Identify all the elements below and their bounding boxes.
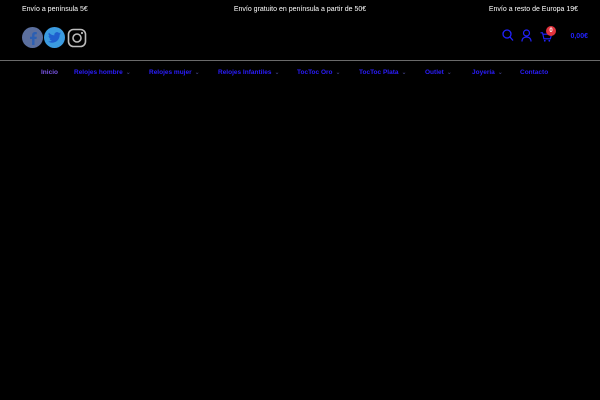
shipping-europe-text: Envío a resto de Europa 19€ bbox=[488, 6, 578, 13]
nav-label: Contacto bbox=[520, 69, 549, 76]
main-navigation: Inicio Relojes hombre ⌄ Relojes mujer ⌄ Re… bbox=[0, 68, 600, 80]
chevron-down-icon: ⌄ bbox=[194, 70, 200, 76]
nav-label: TocToc Oro bbox=[297, 69, 333, 76]
instagram-icon bbox=[67, 28, 86, 47]
nav-label: Relojes mujer bbox=[149, 69, 192, 76]
chevron-down-icon: ⌄ bbox=[125, 70, 131, 76]
twitter-icon bbox=[48, 32, 61, 43]
facebook-icon bbox=[29, 31, 37, 45]
facebook-link[interactable] bbox=[22, 27, 43, 48]
social-links bbox=[22, 27, 87, 48]
twitter-link[interactable] bbox=[44, 27, 65, 48]
nav-label: Joyería bbox=[472, 69, 495, 76]
chevron-down-icon: ⌄ bbox=[446, 70, 452, 76]
announcement-bar: Envío a península 5€ Envío gratuito en p… bbox=[0, 0, 600, 20]
nav-label: Outlet bbox=[425, 69, 444, 76]
chevron-down-icon: ⌄ bbox=[335, 70, 341, 76]
nav-label: TocToc Plata bbox=[359, 69, 399, 76]
nav-label: Inicio bbox=[41, 69, 58, 76]
nav-label: Relojes Infantiles bbox=[218, 69, 272, 76]
nav-item-toctoc-plata[interactable]: TocToc Plata ⌄ bbox=[359, 69, 407, 76]
nav-item-toctoc-oro[interactable]: TocToc Oro ⌄ bbox=[297, 69, 341, 76]
nav-item-contacto[interactable]: Contacto bbox=[520, 69, 548, 76]
nav-item-relojes-hombre[interactable]: Relojes hombre ⌄ bbox=[74, 69, 131, 76]
nav-item-outlet[interactable]: Outlet ⌄ bbox=[425, 69, 452, 76]
chevron-down-icon: ⌄ bbox=[274, 70, 280, 76]
nav-item-relojes-mujer[interactable]: Relojes mujer ⌄ bbox=[149, 69, 200, 76]
cart-count-badge: 0 bbox=[546, 26, 556, 36]
user-icon[interactable] bbox=[521, 29, 532, 42]
chevron-down-icon: ⌄ bbox=[497, 70, 503, 76]
chevron-down-icon: ⌄ bbox=[401, 70, 407, 76]
site-header: 0 0,00€ bbox=[0, 20, 600, 60]
header-divider bbox=[0, 60, 600, 61]
nav-item-joyeria[interactable]: Joyería ⌄ bbox=[472, 69, 503, 76]
nav-item-inicio[interactable]: Inicio bbox=[41, 69, 58, 76]
cart-total[interactable]: 0,00€ bbox=[570, 33, 588, 40]
instagram-link[interactable] bbox=[66, 27, 87, 48]
nav-label: Relojes hombre bbox=[74, 69, 123, 76]
search-icon[interactable] bbox=[502, 29, 514, 42]
nav-item-relojes-infantiles[interactable]: Relojes Infantiles ⌄ bbox=[218, 69, 280, 76]
